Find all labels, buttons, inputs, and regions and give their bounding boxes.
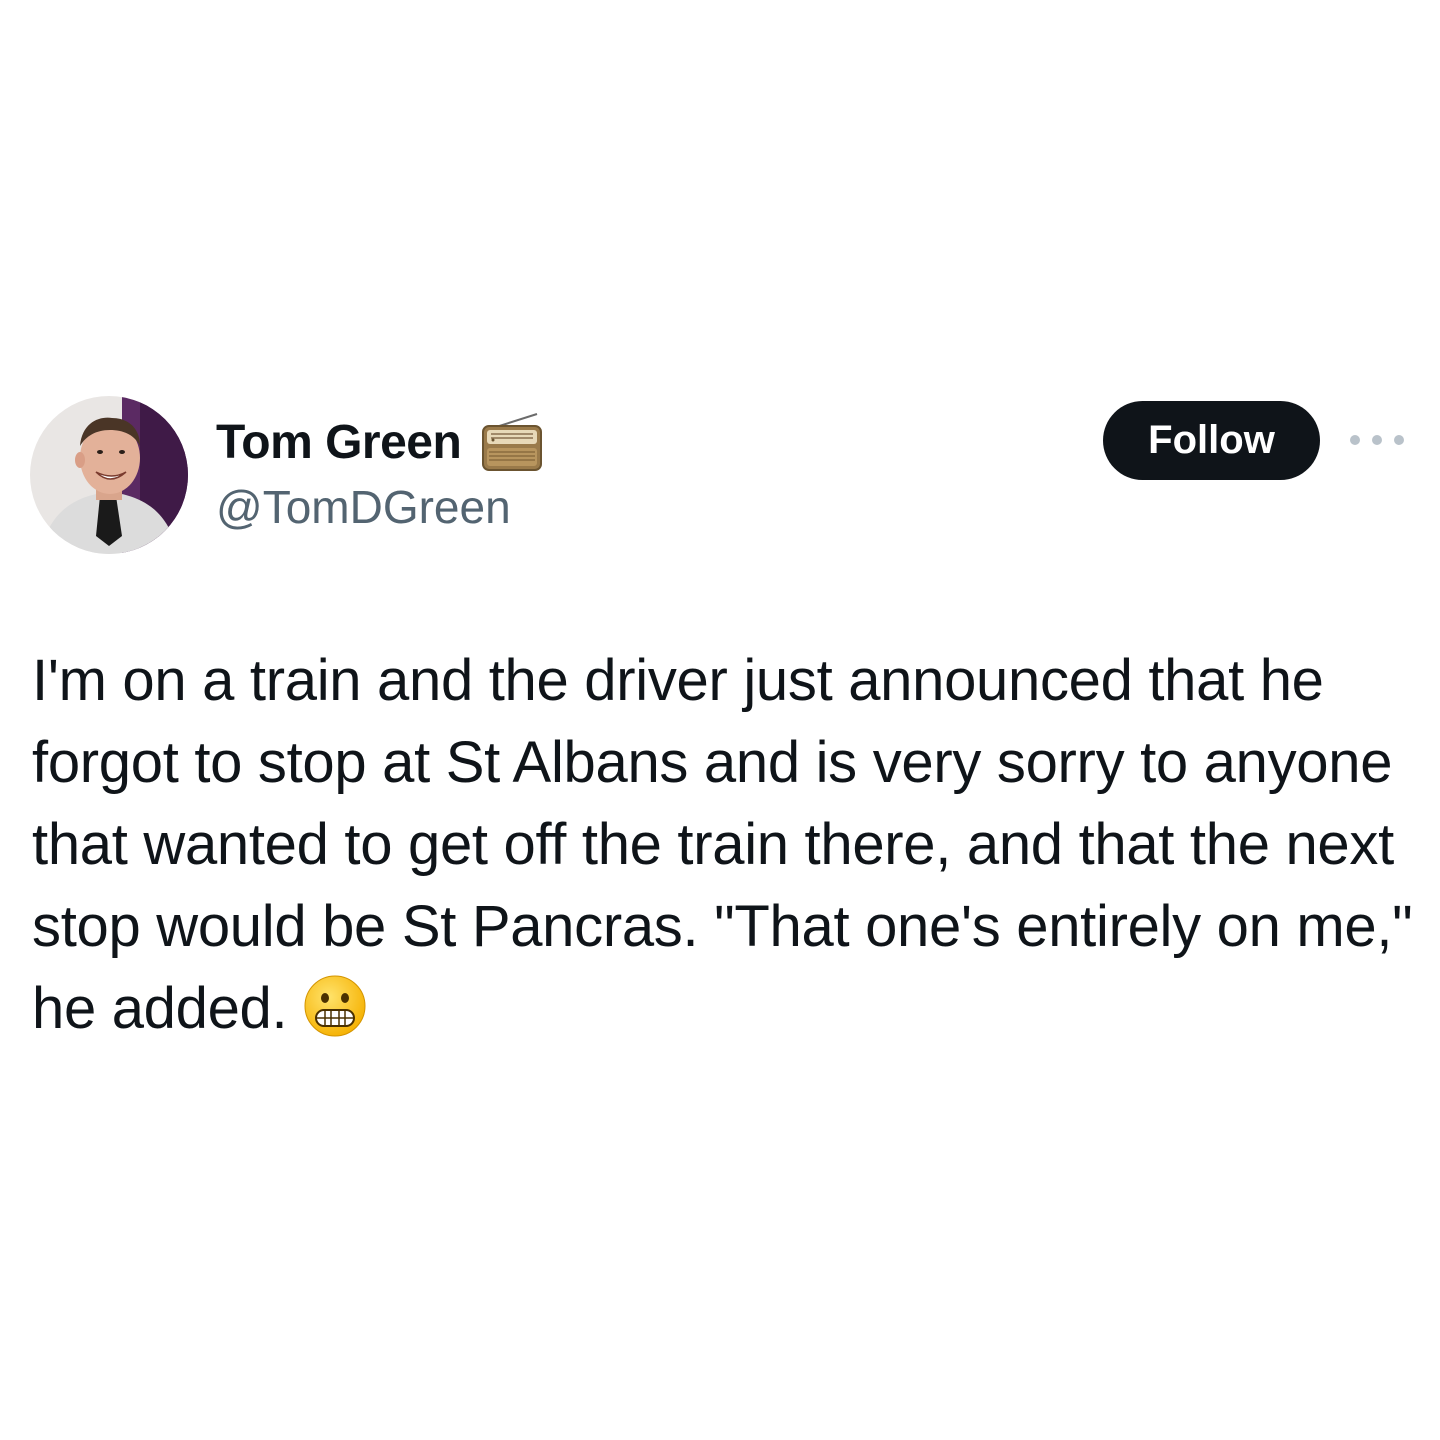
tweet-card: Tom Green @TomDGreen Follow I'm on a tra… [0, 0, 1440, 1440]
more-dot [1372, 435, 1382, 445]
more-dot [1350, 435, 1360, 445]
follow-button[interactable]: Follow [1103, 401, 1320, 480]
tweet-text: I'm on a train and the driver just annou… [32, 648, 1413, 1041]
author-display-name[interactable]: Tom Green [216, 415, 462, 470]
profile-photo-icon [30, 396, 188, 554]
grimacing-face-emoji-icon [303, 974, 367, 1038]
author-handle[interactable]: @TomDGreen [216, 480, 511, 534]
author-avatar[interactable] [30, 396, 188, 554]
radio-icon [479, 410, 545, 474]
more-options-icon[interactable] [1350, 425, 1404, 455]
author-name-row: Tom Green [216, 410, 545, 474]
tweet-body: I'm on a train and the driver just annou… [32, 640, 1422, 1050]
more-dot [1394, 435, 1404, 445]
